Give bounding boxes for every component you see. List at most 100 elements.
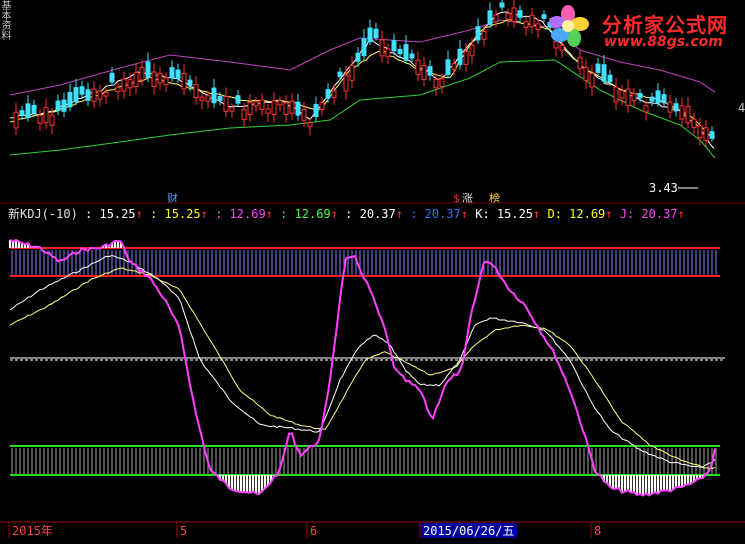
candle-body xyxy=(601,64,607,82)
candle-body xyxy=(193,84,199,99)
up-arrow-icon: ↑ xyxy=(677,207,685,221)
indicator-value: : 20.37 xyxy=(410,207,461,221)
candle-body xyxy=(109,72,115,83)
candle-body xyxy=(625,88,631,106)
candle-body xyxy=(535,23,541,31)
chart-canvas[interactable]: 3.434财 $ 涨榜2015年 5 6 2015/06/26/五 8 xyxy=(0,0,745,544)
candle-body xyxy=(619,90,625,99)
candle-body xyxy=(25,103,31,119)
candle-body xyxy=(229,107,235,112)
candle-body xyxy=(301,108,307,121)
candle-body xyxy=(217,95,223,101)
candle-body xyxy=(499,2,505,8)
candle-body xyxy=(133,71,139,88)
up-arrow-icon: ↑ xyxy=(200,207,216,221)
candle-body xyxy=(277,100,283,106)
side-tab[interactable]: 基本资料 xyxy=(0,0,10,100)
candle-body xyxy=(181,73,187,90)
band-lower-line xyxy=(9,59,716,159)
candle-body xyxy=(205,95,211,102)
candle-body xyxy=(613,86,619,103)
candle-body xyxy=(361,38,367,57)
candle-body xyxy=(43,107,49,123)
k-line xyxy=(9,255,716,468)
candle-body xyxy=(187,79,193,87)
candle-body xyxy=(511,7,517,23)
candle-body xyxy=(583,66,589,81)
candle-body xyxy=(241,109,247,120)
site-logo: 分析家公式网 www.88gs.com xyxy=(548,2,745,52)
candle-body xyxy=(487,10,493,25)
candle-body xyxy=(115,86,121,92)
candle-body xyxy=(61,99,67,112)
flower-logo-icon xyxy=(549,5,589,47)
candle-body xyxy=(697,125,703,139)
candle-body xyxy=(313,103,319,118)
candle-body xyxy=(19,110,25,116)
candle-body xyxy=(85,89,91,101)
candle-body xyxy=(529,14,535,28)
d-line xyxy=(9,267,716,470)
candle-body xyxy=(13,111,19,129)
right-axis-label: 4 xyxy=(738,101,745,115)
candle-body xyxy=(385,48,391,58)
date-label: 5 xyxy=(180,524,187,538)
candle-body xyxy=(319,102,325,111)
candle-body xyxy=(331,90,337,98)
candle-body xyxy=(373,28,379,39)
candle-body xyxy=(31,104,37,114)
candle-body xyxy=(457,48,463,65)
up-arrow-icon: ↑ xyxy=(605,207,620,221)
up-arrow-icon: ↑ xyxy=(460,207,476,221)
indicator-value: D: 12.69 xyxy=(547,207,606,221)
candle-body xyxy=(127,79,133,89)
date-axis-bg xyxy=(0,522,745,544)
candle-body xyxy=(49,114,55,126)
candle-body xyxy=(409,53,415,59)
candle-body xyxy=(325,89,331,99)
indicator-value: : 15.25 xyxy=(150,207,201,221)
candle-body xyxy=(451,63,457,70)
candle-body xyxy=(199,96,205,102)
candle-body xyxy=(235,95,241,104)
indicator-value: : 12.69 xyxy=(215,207,266,221)
candle-body xyxy=(427,66,433,76)
candle-body xyxy=(475,26,481,41)
candle-body xyxy=(439,78,445,88)
candle-body xyxy=(469,44,475,57)
candle-body xyxy=(589,73,595,88)
candle-body xyxy=(139,67,145,81)
candle-body xyxy=(349,64,355,81)
logo-url: www.88gs.com xyxy=(604,34,723,50)
indicator-value: : 15.25 xyxy=(85,207,136,221)
candle-body xyxy=(637,93,643,99)
candle-body xyxy=(283,102,289,116)
indicator-value: : 20.37 xyxy=(345,207,396,221)
candle-body xyxy=(145,61,151,78)
candle-body xyxy=(649,96,655,102)
indicator-value: : 12.69 xyxy=(280,207,331,221)
candle-body xyxy=(151,71,157,87)
candle-body xyxy=(403,44,409,61)
candle-body xyxy=(307,121,313,128)
candle-body xyxy=(505,13,511,20)
candle-body xyxy=(73,87,79,103)
candle-body xyxy=(655,90,661,104)
candle-body xyxy=(493,14,499,23)
candle-body xyxy=(271,100,277,116)
up-arrow-icon: ↑ xyxy=(395,207,411,221)
candle-body xyxy=(481,30,487,40)
candle-body xyxy=(295,101,301,116)
side-tab-label: 基本资料 xyxy=(0,0,10,40)
candle-body xyxy=(121,78,127,92)
candle-body xyxy=(79,86,85,95)
candle-body xyxy=(433,78,439,89)
up-arrow-icon: ↑ xyxy=(330,207,346,221)
chart-window[interactable]: 3.43 4 财 $ 涨榜 2015年 5 6 2015/06/26/五 8 xyxy=(0,0,745,544)
candle-body xyxy=(343,74,349,92)
candle-body xyxy=(355,52,361,62)
candle-body xyxy=(691,118,697,129)
candle-body xyxy=(103,92,109,97)
candle-body xyxy=(37,114,43,124)
candle-body xyxy=(577,57,583,70)
